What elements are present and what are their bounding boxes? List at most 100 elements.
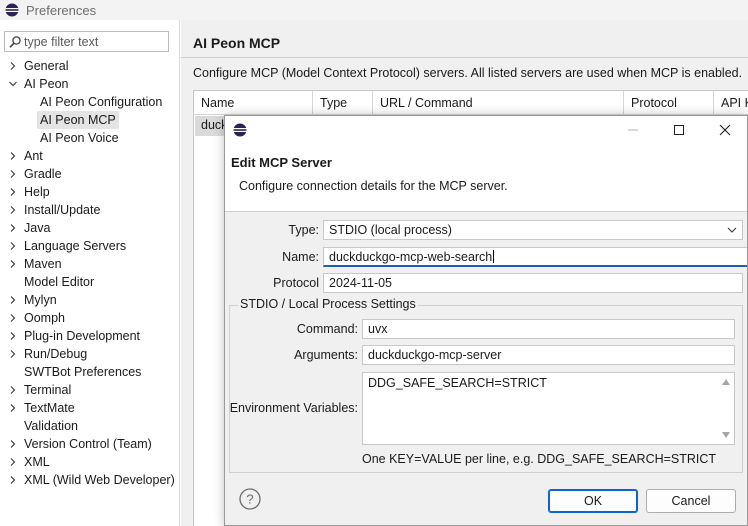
tree-item[interactable]: Terminal — [0, 381, 179, 399]
tree-item-label: Java — [24, 221, 51, 235]
eclipse-icon — [5, 3, 19, 17]
tree-item[interactable]: Language Servers — [0, 237, 179, 255]
tree-item[interactable]: General — [0, 57, 179, 75]
table-header: Name Type URL / Command Protocol API K — [194, 91, 748, 115]
tree-item-label: TextMate — [24, 401, 75, 415]
tree-item[interactable]: Help — [0, 183, 179, 201]
tree-item[interactable]: XML — [0, 453, 179, 471]
tree-item-label: Maven — [24, 257, 62, 271]
tree-item-label: Install/Update — [24, 203, 101, 217]
chevron-right-icon[interactable] — [8, 57, 18, 75]
chevron-down-icon[interactable] — [8, 75, 18, 93]
tree-item-label: AI Peon — [24, 77, 69, 91]
dialog-description: Configure connection details for the MCP… — [239, 179, 508, 193]
dialog-header: Edit MCP Server Configure connection det… — [225, 144, 747, 212]
close-button[interactable] — [702, 116, 748, 144]
environment-variables-hint: One KEY=VALUE per line, e.g. DDG_SAFE_SE… — [362, 452, 717, 466]
scroll-down-icon[interactable] — [721, 430, 731, 440]
command-input[interactable]: uvx — [362, 319, 735, 339]
tree-item[interactable]: Run/Debug — [0, 345, 179, 363]
name-input[interactable]: duckduckgo-mcp-web-search — [323, 247, 747, 267]
chevron-right-icon[interactable] — [8, 147, 18, 165]
dialog-title: Edit MCP Server — [231, 155, 332, 170]
tree-item[interactable]: Install/Update — [0, 201, 179, 219]
tree-item-label: Help — [24, 185, 50, 199]
tree-item-label: Terminal — [24, 383, 72, 397]
environment-variables-textarea[interactable]: DDG_SAFE_SEARCH=STRICT — [362, 372, 735, 445]
filter-box[interactable] — [4, 31, 169, 52]
chevron-right-icon[interactable] — [8, 183, 18, 201]
environment-variables-label: Environment Variables: — [229, 401, 358, 415]
tree-item-label: AI Peon Voice — [40, 131, 119, 145]
type-label: Type: — [288, 223, 319, 237]
arguments-value: duckduckgo-mcp-server — [368, 348, 502, 362]
search-icon — [9, 35, 21, 48]
tree-item[interactable]: Version Control (Team) — [0, 435, 179, 453]
tree-item[interactable]: Ant — [0, 147, 179, 165]
protocol-version-input[interactable]: 2024-11-05 — [323, 273, 743, 293]
eclipse-icon — [233, 123, 247, 137]
preference-tree-panel: General AI Peon AI Peon Configuration AI Pe… — [0, 20, 180, 526]
text-caret — [493, 250, 495, 263]
dialog-titlebar[interactable] — [225, 116, 747, 144]
tree-item[interactable]: Gradle — [0, 165, 179, 183]
tree-item-label: AI Peon Configuration — [40, 95, 163, 109]
chevron-right-icon[interactable] — [8, 453, 18, 471]
column-header-url[interactable]: URL / Command — [373, 91, 624, 115]
column-header-protocol[interactable]: Protocol — [624, 91, 714, 115]
column-header-type[interactable]: Type — [313, 91, 373, 115]
tree-item[interactable]: AI Peon Voice — [0, 129, 179, 147]
ok-button[interactable]: OK — [548, 489, 638, 513]
maximize-icon — [674, 125, 684, 135]
command-value: uvx — [368, 322, 388, 336]
tree-item-label: Mylyn — [24, 293, 57, 307]
tree-item[interactable]: Plug-in Development — [0, 327, 179, 345]
chevron-right-icon[interactable] — [8, 309, 18, 327]
tree-item[interactable]: AI Peon MCP — [0, 111, 179, 129]
type-value: STDIO (local process) — [329, 223, 452, 237]
chevron-right-icon[interactable] — [8, 255, 18, 273]
scroll-up-icon[interactable] — [721, 377, 731, 387]
chevron-right-icon[interactable] — [8, 399, 18, 417]
page-description: Configure MCP (Model Context Protocol) s… — [193, 66, 743, 80]
tree-item[interactable]: Java — [0, 219, 179, 237]
tree-item[interactable]: Oomph — [0, 309, 179, 327]
arguments-input[interactable]: duckduckgo-mcp-server — [362, 345, 735, 365]
tree-item[interactable]: Validation — [0, 417, 179, 435]
tree-item[interactable]: SWTBot Preferences — [0, 363, 179, 381]
column-header-name[interactable]: Name — [194, 91, 313, 115]
tree-item-label: General — [24, 59, 69, 73]
chevron-right-icon[interactable] — [8, 435, 18, 453]
chevron-right-icon[interactable] — [8, 291, 18, 309]
tree-item[interactable]: Maven — [0, 255, 179, 273]
tree-item[interactable]: XML (Wild Web Developer) — [0, 471, 179, 489]
chevron-right-icon[interactable] — [8, 327, 18, 345]
tree-item[interactable]: AI Peon Configuration — [0, 93, 179, 111]
vertical-scrollbar[interactable] — [718, 373, 734, 444]
chevron-right-icon[interactable] — [8, 381, 18, 399]
chevron-right-icon[interactable] — [8, 219, 18, 237]
maximize-button[interactable] — [656, 116, 702, 144]
chevron-down-icon — [727, 227, 737, 233]
name-label: Name: — [282, 250, 319, 264]
chevron-right-icon[interactable] — [8, 165, 18, 183]
type-combo[interactable]: STDIO (local process) — [323, 220, 743, 240]
svg-text:?: ? — [246, 492, 253, 507]
chevron-right-icon[interactable] — [8, 345, 18, 363]
chevron-right-icon[interactable] — [8, 201, 18, 219]
minimize-button[interactable] — [610, 116, 656, 144]
tree-item[interactable]: AI Peon — [0, 75, 179, 93]
help-icon[interactable]: ? — [239, 488, 261, 510]
tree-item[interactable]: Model Editor — [0, 273, 179, 291]
tree-item[interactable]: TextMate — [0, 399, 179, 417]
window-titlebar: Preferences — [0, 0, 748, 20]
chevron-right-icon[interactable] — [8, 471, 18, 489]
filter-input[interactable] — [24, 34, 164, 49]
arguments-label: Arguments: — [294, 348, 358, 362]
preference-tree: General AI Peon AI Peon Configuration AI Pe… — [0, 57, 179, 489]
column-header-api-key[interactable]: API K — [714, 91, 748, 115]
cancel-button[interactable]: Cancel — [646, 489, 736, 513]
close-icon — [719, 124, 731, 136]
chevron-right-icon[interactable] — [8, 237, 18, 255]
tree-item[interactable]: Mylyn — [0, 291, 179, 309]
